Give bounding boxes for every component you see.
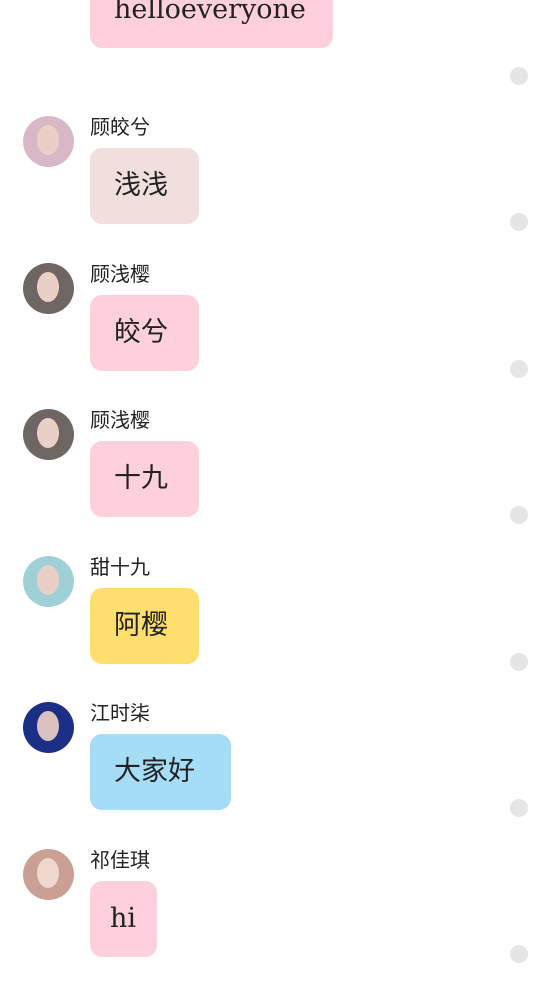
chat-message: 顾浅樱 皎兮 [0, 262, 540, 409]
avatar[interactable] [23, 263, 74, 314]
sender-name: 祁佳琪 [90, 848, 150, 872]
message-text: 皎兮 [114, 317, 168, 348]
avatar[interactable] [23, 116, 74, 167]
chat-message: 祁佳琪 hi [0, 848, 540, 995]
message-text: 十九 [114, 463, 168, 494]
sender-name: 江时柒 [90, 701, 150, 725]
message-text: 浅浅 [114, 170, 168, 201]
message-bubble[interactable]: 皎兮 [90, 295, 199, 371]
message-text: 阿樱 [114, 610, 168, 641]
chat-message-list[interactable]: helloeveryone 顾皎兮 浅浅 顾浅樱 皎兮 顾浅樱 十九 甜十九 阿… [0, 0, 540, 963]
message-bubble[interactable]: 十九 [90, 441, 199, 517]
message-status-dot[interactable] [510, 213, 528, 231]
message-status-dot[interactable] [510, 360, 528, 378]
avatar[interactable] [23, 409, 74, 460]
sender-name: 顾皎兮 [90, 115, 150, 139]
message-text: hi [110, 903, 137, 934]
message-bubble[interactable]: 阿樱 [90, 588, 199, 664]
avatar[interactable] [23, 849, 74, 900]
message-status-dot[interactable] [510, 67, 528, 85]
chat-message: 顾浅樱 十九 [0, 408, 540, 555]
message-bubble[interactable]: 浅浅 [90, 148, 199, 224]
message-bubble[interactable]: 大家好 [90, 734, 231, 810]
sender-name: 顾浅樱 [90, 408, 150, 432]
message-bubble[interactable]: hi [90, 881, 157, 957]
avatar[interactable] [23, 556, 74, 607]
message-status-dot[interactable] [510, 506, 528, 524]
message-text: 大家好 [114, 756, 195, 787]
chat-message: 江时柒 大家好 [0, 701, 540, 848]
message-bubble-partial[interactable]: helloeveryone [90, 0, 333, 48]
avatar[interactable] [23, 702, 74, 753]
message-status-dot[interactable] [510, 799, 528, 817]
chat-message: 顾皎兮 浅浅 [0, 115, 540, 262]
sender-name: 顾浅樱 [90, 262, 150, 286]
message-status-dot[interactable] [510, 945, 528, 963]
sender-name: 甜十九 [90, 555, 150, 579]
message-status-dot[interactable] [510, 653, 528, 671]
message-text: helloeveryone [114, 0, 306, 25]
chat-message: 甜十九 阿樱 [0, 555, 540, 702]
